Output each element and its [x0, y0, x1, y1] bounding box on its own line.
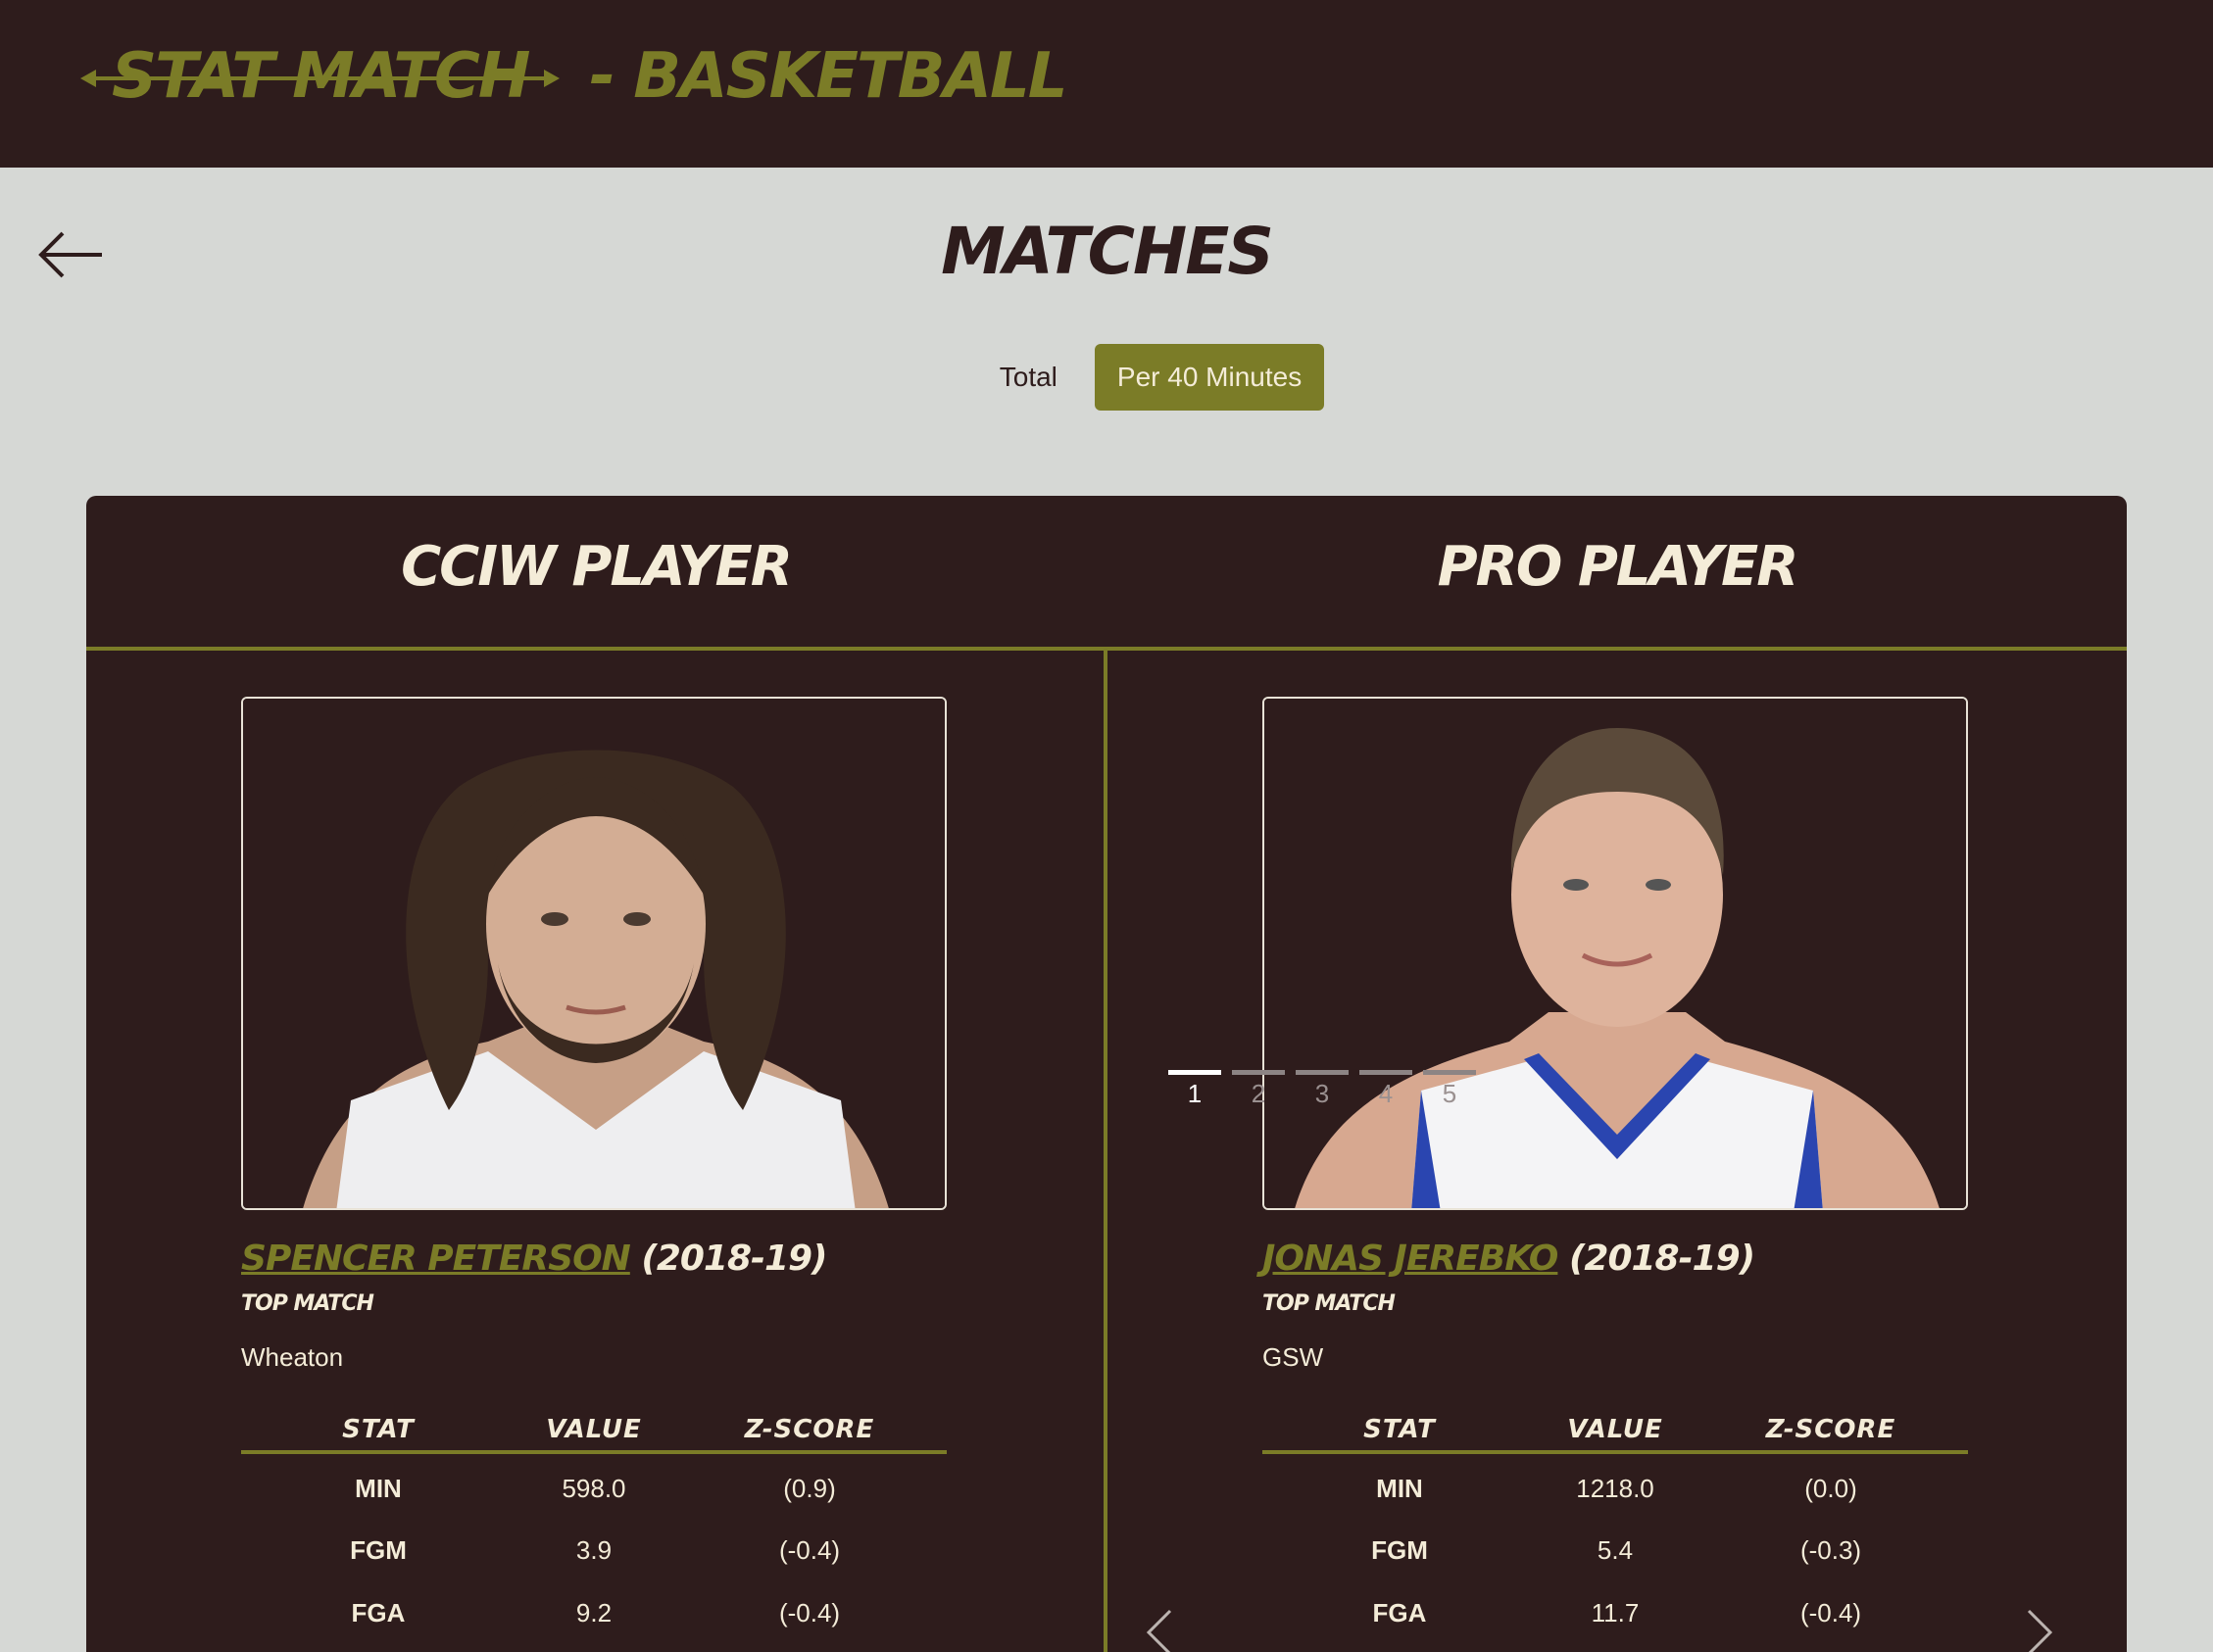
pager-number: 3 — [1314, 1079, 1330, 1108]
stat-zscore: (-0.4) — [1799, 1597, 1862, 1628]
stat-value: 5.4 — [1597, 1534, 1634, 1565]
stat-value: 1218.0 — [1576, 1473, 1654, 1503]
pro-player-name-link[interactable]: JONAS JEREBKO — [1262, 1239, 1558, 1279]
stat-name: FGA — [351, 1597, 406, 1628]
toggle-total[interactable]: Total — [977, 344, 1080, 411]
panel-header: CCIW PLAYER PRO PLAYER — [86, 496, 2127, 651]
table-row: MIN 598.0 (0.9) — [241, 1452, 947, 1515]
cciw-team: Wheaton — [241, 1342, 344, 1372]
pager-bar — [1296, 1070, 1349, 1075]
stat-name: FGA — [1372, 1597, 1427, 1628]
table-row: FGM 5.4 (-0.3) — [1262, 1515, 1968, 1578]
pager-item-3[interactable]: 3 — [1296, 1070, 1349, 1109]
header-zscore: Z-SCORE — [1694, 1415, 1968, 1454]
stat-zscore: (0.0) — [1804, 1473, 1857, 1503]
pager-number: 4 — [1378, 1079, 1394, 1108]
table-row: FGA 9.2 (-0.4) — [241, 1578, 947, 1640]
header-value: VALUE — [1537, 1415, 1694, 1454]
player-photo-icon — [1264, 699, 1966, 1208]
toggle-per-40[interactable]: Per 40 Minutes — [1094, 344, 1325, 411]
pro-team: GSW — [1262, 1342, 1324, 1372]
stat-name: FGM — [350, 1534, 407, 1565]
stat-zscore: (-0.4) — [778, 1534, 841, 1565]
prev-match-button[interactable] — [1141, 1603, 1180, 1652]
pager-bar — [1359, 1070, 1412, 1075]
stat-value: 598.0 — [562, 1473, 626, 1503]
cciw-player-name-link[interactable]: SPENCER PETERSON — [241, 1239, 631, 1279]
stat-zscore: (-0.4) — [778, 1597, 841, 1628]
pro-column: JONAS JEREBKO (2018-19) TOP MATCH GSW ST… — [1107, 651, 2125, 1652]
chevron-left-icon — [1146, 1609, 1172, 1652]
stat-name: MIN — [1376, 1473, 1423, 1503]
sport-label: - BASKETBALL — [589, 40, 1067, 113]
view-toggle: Total Per 40 Minutes — [0, 344, 2213, 411]
match-pager: 1 2 3 4 5 — [1168, 1070, 1492, 1109]
pager-item-4[interactable]: 4 — [1359, 1070, 1412, 1109]
header-stat: STAT — [241, 1415, 516, 1454]
table-row: MIN 1218.0 (0.0) — [1262, 1452, 1968, 1515]
cciw-name-line: SPENCER PETERSON (2018-19) — [241, 1239, 828, 1279]
cciw-column: SPENCER PETERSON (2018-19) TOP MATCH Whe… — [86, 651, 1104, 1652]
player-photo-icon — [243, 699, 945, 1208]
cciw-stats-table: STAT VALUE Z-SCORE MIN 598.0 (0.9) FGM 3… — [241, 1415, 947, 1640]
stat-value: 9.2 — [575, 1597, 613, 1628]
cciw-player-photo — [241, 697, 947, 1210]
strike-line — [86, 76, 555, 80]
table-header-row: STAT VALUE Z-SCORE — [241, 1415, 947, 1454]
next-match-button[interactable] — [2019, 1603, 2058, 1652]
pager-item-5[interactable]: 5 — [1423, 1070, 1476, 1109]
table-row: FGM 3.9 (-0.4) — [241, 1515, 947, 1578]
stat-value: 11.7 — [1591, 1597, 1640, 1628]
pro-name-line: JONAS JEREBKO (2018-19) — [1262, 1239, 1755, 1279]
pager-bar — [1168, 1070, 1221, 1075]
table-header-row: STAT VALUE Z-SCORE — [1262, 1415, 1968, 1454]
stat-name: FGM — [1371, 1534, 1428, 1565]
stat-zscore: (0.9) — [783, 1473, 836, 1503]
pager-item-2[interactable]: 2 — [1232, 1070, 1285, 1109]
cciw-top-match-tag: TOP MATCH — [241, 1291, 374, 1316]
pager-number: 2 — [1251, 1079, 1266, 1108]
stat-zscore: (-0.3) — [1799, 1534, 1862, 1565]
cciw-heading: CCIW PLAYER — [401, 535, 793, 599]
matches-panel: CCIW PLAYER PRO PLAYER SPENCER PETERSON … — [86, 496, 2127, 1652]
header-stat: STAT — [1262, 1415, 1537, 1454]
stat-value: 3.9 — [575, 1534, 613, 1565]
pro-stats-table: STAT VALUE Z-SCORE MIN 1218.0 (0.0) FGM … — [1262, 1415, 1968, 1640]
arrow-right-decoration — [544, 70, 561, 87]
pager-bar — [1423, 1070, 1476, 1075]
pager-bar — [1232, 1070, 1285, 1075]
pager-number: 1 — [1187, 1079, 1203, 1108]
pro-top-match-tag: TOP MATCH — [1262, 1291, 1396, 1316]
header-value: VALUE — [516, 1415, 672, 1454]
pager-number: 5 — [1442, 1079, 1457, 1108]
header-zscore: Z-SCORE — [672, 1415, 947, 1454]
chevron-right-icon — [2027, 1609, 2053, 1652]
cciw-season: (2018-19) — [641, 1239, 827, 1279]
table-row: FGA 11.7 (-0.4) — [1262, 1578, 1968, 1640]
top-bar: STAT MATCH - BASKETBALL — [0, 0, 2213, 168]
pro-player-photo — [1262, 697, 1968, 1210]
pro-heading: PRO PLAYER — [1437, 535, 1799, 599]
pro-season: (2018-19) — [1568, 1239, 1755, 1279]
brand[interactable]: STAT MATCH - BASKETBALL — [80, 37, 1068, 116]
pager-item-1[interactable]: 1 — [1168, 1070, 1221, 1109]
page-title: MATCHES — [941, 214, 1274, 289]
stat-name: MIN — [355, 1473, 402, 1503]
stat-match-logo: STAT MATCH — [80, 40, 561, 113]
